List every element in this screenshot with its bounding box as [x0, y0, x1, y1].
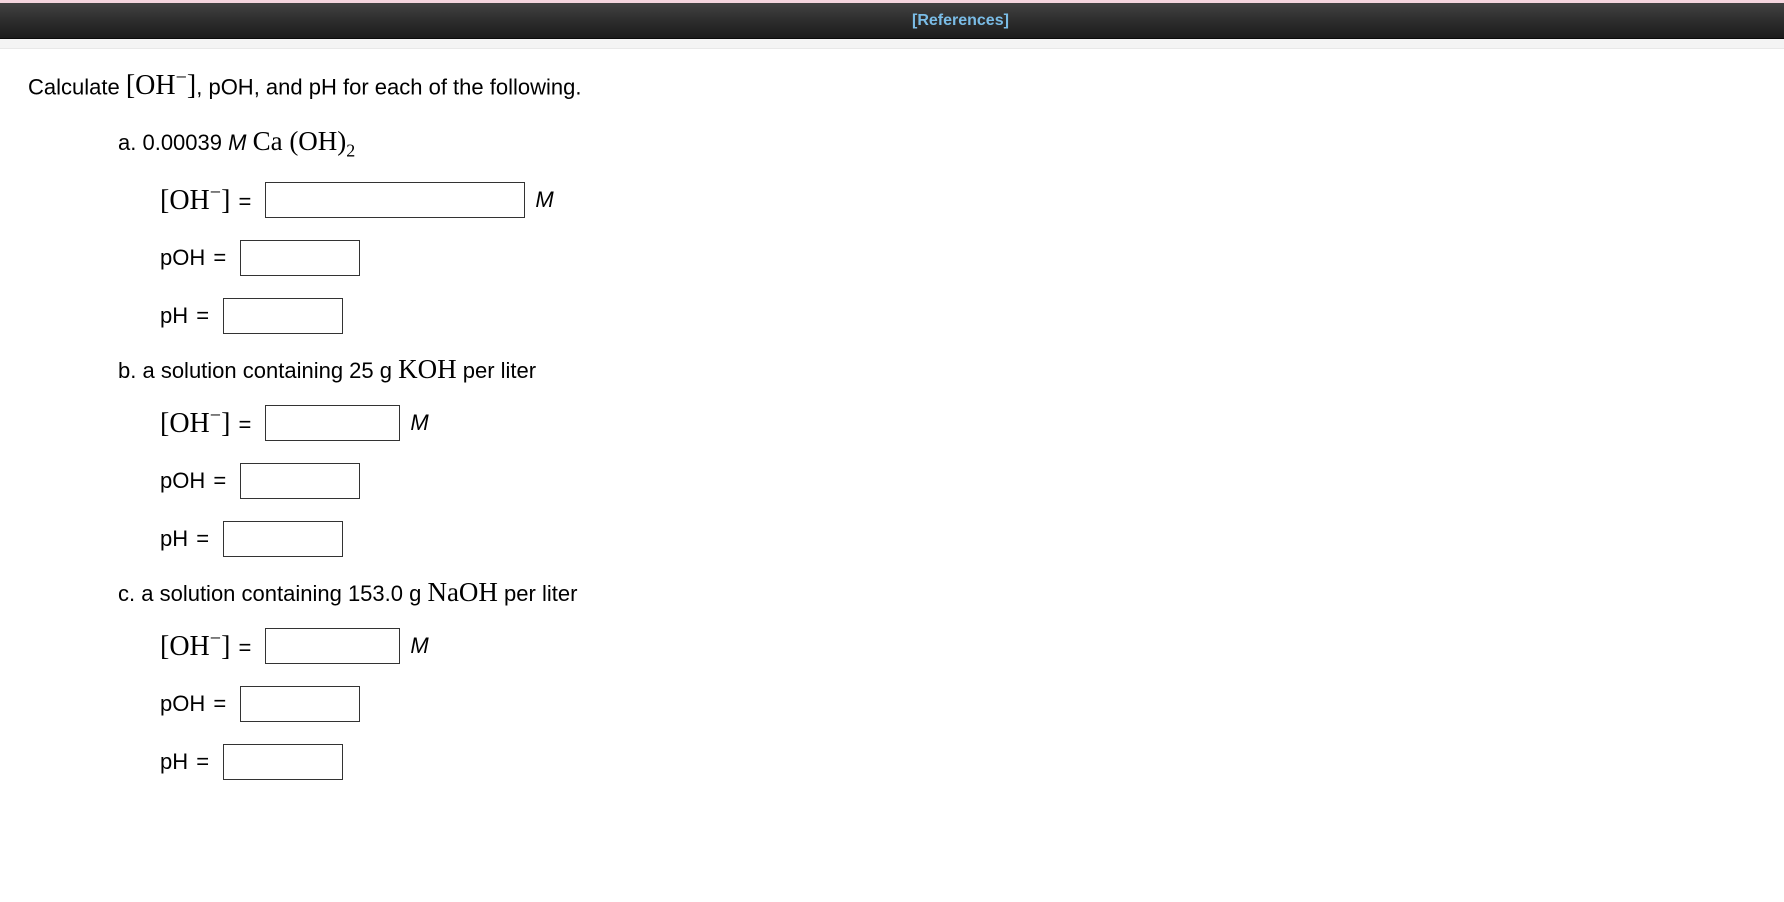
part-b: b. a solution containing 25 g KOH per li… [118, 354, 1756, 559]
part-b-poh-input[interactable] [240, 463, 360, 499]
part-c-ph-input[interactable] [223, 744, 343, 780]
poh-label: pOH = [160, 691, 232, 717]
part-a-oh-input[interactable] [265, 182, 525, 218]
question-content: Calculate [OH−], pOH, and pH for each of… [0, 49, 1784, 818]
unit-m: M [410, 633, 428, 659]
oh-label: [OH−] = [160, 405, 257, 440]
toolbar-separator [0, 39, 1784, 49]
part-a-header: a. 0.00039 M Ca (OH)2 [118, 126, 1756, 161]
unit-m: M [535, 187, 553, 213]
ph-label: pH = [160, 303, 215, 329]
chem-ca-oh2: Ca (OH)2 [253, 126, 356, 156]
part-c-header: c. a solution containing 153.0 g NaOH pe… [118, 577, 1756, 608]
oh-label: [OH−] = [160, 182, 257, 217]
part-b-ph-row: pH = [160, 519, 1756, 559]
unit-m: M [410, 410, 428, 436]
part-a-poh-input[interactable] [240, 240, 360, 276]
poh-label: pOH = [160, 468, 232, 494]
references-link[interactable]: [References] [912, 12, 1009, 30]
question-prompt: Calculate [OH−], pOH, and pH for each of… [28, 67, 1756, 102]
prompt-rest: , pOH, and pH for each of the following. [196, 74, 581, 99]
part-c-ph-row: pH = [160, 742, 1756, 782]
chem-naoh: NaOH [427, 577, 497, 607]
part-b-ph-input[interactable] [223, 521, 343, 557]
chem-koh: KOH [398, 354, 457, 384]
part-c-poh-input[interactable] [240, 686, 360, 722]
part-a: a. 0.00039 M Ca (OH)2 [OH−] = M pOH = pH… [118, 126, 1756, 335]
ph-label: pH = [160, 526, 215, 552]
oh-symbol: [OH−] [126, 70, 196, 101]
part-a-ph-input[interactable] [223, 298, 343, 334]
part-b-header: b. a solution containing 25 g KOH per li… [118, 354, 1756, 385]
part-c-poh-row: pOH = [160, 684, 1756, 724]
prompt-intro: Calculate [28, 74, 126, 99]
part-b-poh-row: pOH = [160, 461, 1756, 501]
part-b-oh-input[interactable] [265, 405, 400, 441]
part-c-oh-input[interactable] [265, 628, 400, 664]
part-a-oh-row: [OH−] = M [160, 180, 1756, 220]
oh-label: [OH−] = [160, 628, 257, 663]
ph-label: pH = [160, 749, 215, 775]
poh-label: pOH = [160, 245, 232, 271]
part-a-poh-row: pOH = [160, 238, 1756, 278]
toolbar: [References] [0, 3, 1784, 39]
part-c-oh-row: [OH−] = M [160, 626, 1756, 666]
part-b-oh-row: [OH−] = M [160, 403, 1756, 443]
part-c: c. a solution containing 153.0 g NaOH pe… [118, 577, 1756, 782]
part-a-ph-row: pH = [160, 296, 1756, 336]
